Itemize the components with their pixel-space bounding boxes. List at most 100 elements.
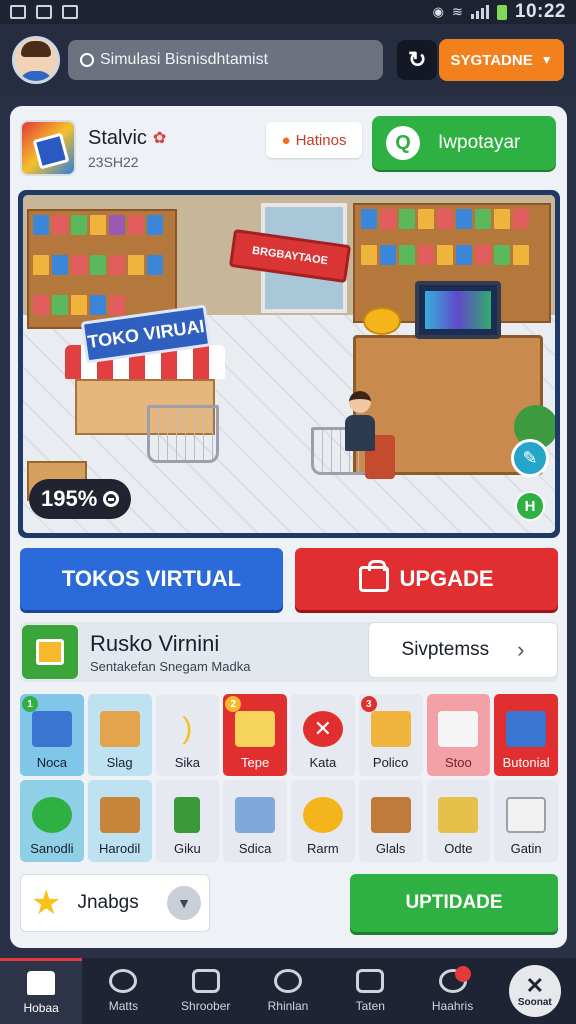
stack-icon — [438, 711, 479, 747]
info-support-label: Sivptemss — [401, 639, 490, 660]
box-icon — [31, 711, 72, 747]
cancel-icon: ✕ — [302, 711, 343, 747]
grid-item[interactable]: Rarm — [291, 780, 355, 862]
nav-notifications[interactable]: Haahris — [411, 958, 493, 1024]
store-bag-icon — [22, 625, 78, 679]
notification-badge — [455, 966, 472, 982]
clock-icon — [109, 969, 138, 993]
hatinos-button[interactable]: ● Hatinos — [266, 122, 362, 158]
upgrade-button[interactable]: UPTIDADE — [350, 874, 558, 932]
bread-icon — [370, 797, 411, 833]
support-label: Iwpotayar — [438, 132, 521, 153]
people-icon — [273, 969, 302, 993]
monitor — [415, 281, 501, 339]
grid-item[interactable]: 3 Polico — [358, 694, 423, 776]
nav-cart[interactable]: Taten — [329, 958, 411, 1024]
avatar[interactable] — [12, 36, 60, 84]
brush-icon[interactable]: ✎ — [511, 439, 549, 477]
flask-icon — [506, 797, 547, 833]
mug-icon — [99, 711, 140, 747]
progress-pill[interactable]: 195% — [29, 479, 131, 519]
scanner-icon — [235, 797, 276, 833]
cart-icon — [356, 969, 385, 993]
book-icon — [235, 711, 276, 747]
grid-item[interactable]: Harodil — [87, 780, 152, 862]
sync-dropdown-button[interactable]: SYGTADNE ▼ — [439, 39, 564, 81]
app-header: Stalvic ✿ 23SH22 ● Hatinos Q Iwpotayar — [20, 116, 556, 180]
grid-item[interactable]: ) Sika — [155, 694, 220, 776]
leaf-icon — [31, 797, 72, 833]
chevron-down-icon: ▼ — [540, 53, 553, 67]
bottom-nav: Hobaa Matts Shroober Rhinlan Taten Haahr… — [0, 958, 576, 1024]
help-button[interactable]: H — [515, 491, 545, 521]
search-text: Simulasi Bisnisdhtamist — [100, 51, 269, 68]
package-icon — [438, 797, 479, 833]
cashier-character — [345, 391, 375, 451]
cell-signal-icon — [470, 5, 489, 19]
progress-text: 195% — [41, 486, 98, 511]
support-icon: Q — [386, 126, 420, 160]
status-bar: ◉ ≋ 10:22 — [0, 0, 576, 24]
crate-icon — [370, 711, 411, 747]
favorites-label: Jnabgs — [77, 892, 139, 913]
action-buttons: TOKOS VIRTUAL UPGADE — [20, 548, 558, 610]
app-subtitle: 23SH22 — [88, 153, 139, 170]
grid-item[interactable]: 2 Tepe — [223, 694, 287, 776]
tokos-label: TOKOS VIRTUAL — [61, 566, 242, 591]
support-button[interactable]: Q Iwpotayar — [372, 116, 556, 170]
upgade-label: UPGADE — [399, 566, 494, 591]
tokos-virtual-button[interactable]: TOKOS VIRTUAL — [20, 548, 283, 610]
grid-item[interactable]: Giku — [155, 780, 220, 862]
signal-icon: ◉ — [432, 4, 444, 19]
grid-item[interactable]: 1 Noca — [20, 694, 84, 776]
refresh-button[interactable]: ↻ — [397, 40, 438, 80]
image-icon — [36, 5, 52, 19]
gallery-icon — [10, 5, 26, 19]
info-subtitle: Sentakefan Snegam Madka — [90, 658, 251, 674]
chevron-right-icon: › — [517, 637, 525, 662]
app-logo-icon — [20, 120, 76, 176]
grid-item[interactable]: Slag — [87, 694, 152, 776]
grid-item[interactable]: Sdica — [223, 780, 287, 862]
sync-label: SYGTADNE — [450, 51, 533, 69]
fire-icon: ● — [281, 131, 291, 149]
refresh-icon: ↻ — [408, 47, 427, 72]
nav-staff[interactable]: Rhinlan — [247, 958, 329, 1024]
store-scene[interactable]: BRGBAYTAOE TOKO VIRUAI 195% ✎ H — [18, 190, 560, 538]
info-row: Rusko Virnini Sentakefan Snegam Madka Si… — [20, 622, 558, 682]
gear-icon[interactable]: ✿ — [153, 128, 166, 148]
coin-icon — [302, 797, 343, 833]
star-icon: ★ — [31, 884, 62, 922]
search-icon — [80, 53, 94, 67]
grid-item[interactable]: Butonial — [494, 694, 558, 776]
app-name: Stalvic — [88, 126, 147, 149]
coin-icon — [103, 491, 120, 507]
banana-icon: ) — [182, 712, 193, 745]
close-icon: ✕ — [525, 972, 545, 998]
hatinos-label: Hatinos — [295, 131, 347, 149]
grid-item[interactable]: Odte — [426, 780, 491, 862]
main-card: Stalvic ✿ 23SH22 ● Hatinos Q Iwpotayar BR… — [10, 106, 567, 948]
phone-icon — [174, 797, 201, 833]
wifi-icon: ≋ — [451, 4, 463, 19]
home-icon — [27, 970, 56, 995]
favorites-dropdown[interactable]: ★ Jnabgs ▼ — [20, 874, 210, 932]
grid-item[interactable]: Sanodli — [20, 780, 84, 862]
close-label: Soonat — [517, 996, 552, 1008]
nav-close[interactable]: ✕ Soonat — [494, 958, 576, 1024]
chevron-down-icon: ▼ — [167, 886, 201, 920]
info-title: Rusko Virnini — [90, 630, 220, 656]
lock-icon — [191, 969, 220, 993]
grid-item[interactable]: Glals — [358, 780, 423, 862]
upgade-button[interactable]: UPGADE — [295, 548, 558, 610]
grid-item[interactable]: ✕ Kata — [291, 694, 355, 776]
search-bar[interactable]: Simulasi Bisnisdhtamist — [68, 40, 384, 80]
top-app-bar: Simulasi Bisnisdhtamist ↻ SYGTADNE ▼ — [0, 24, 576, 96]
nav-home[interactable]: Hobaa — [0, 958, 83, 1024]
info-support-button[interactable]: Sivptemss › — [368, 622, 558, 678]
toy-icon — [506, 711, 547, 747]
grid-item[interactable]: Stoo — [426, 694, 491, 776]
grid-item[interactable]: Gatin — [494, 780, 558, 862]
nav-stats[interactable]: Matts — [82, 958, 164, 1024]
nav-shop[interactable]: Shroober — [165, 958, 247, 1024]
